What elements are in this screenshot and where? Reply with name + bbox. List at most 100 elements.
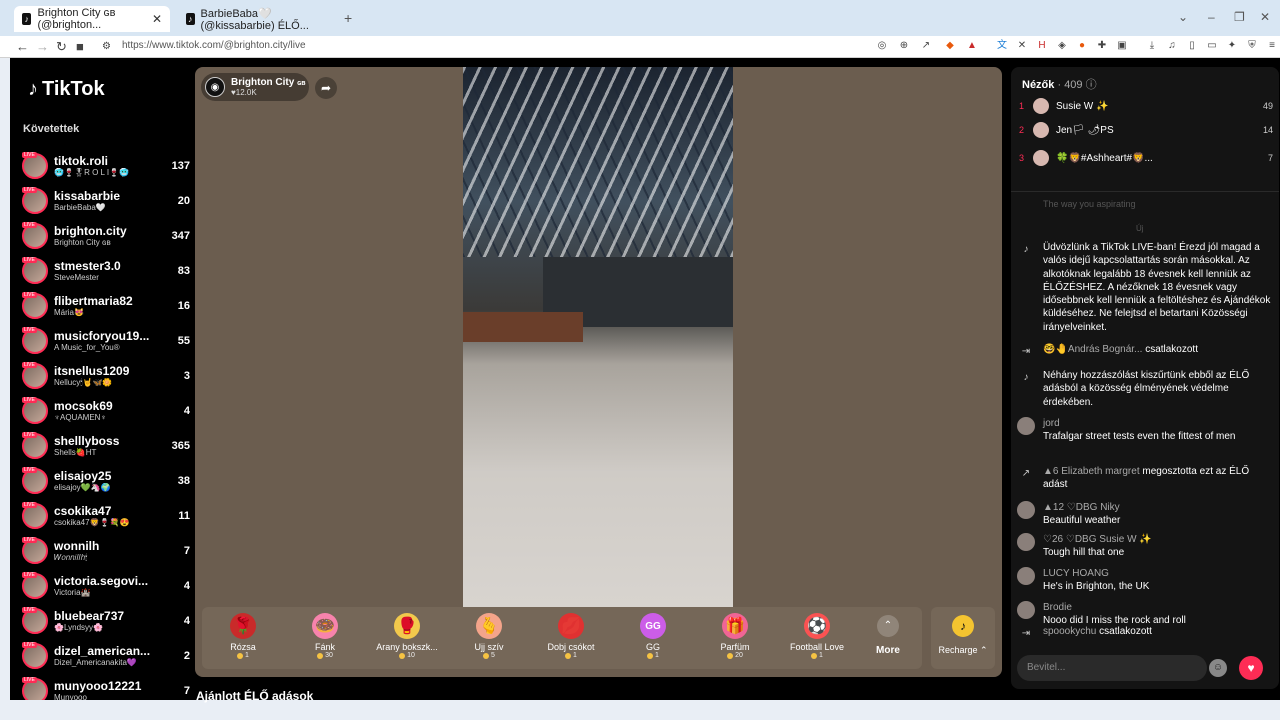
emoji-icon[interactable]: ☺ (1209, 659, 1227, 677)
following-item[interactable]: LIVE tiktok.roli 🥶🍷🎖R O L I🍷🥶 137 (22, 148, 190, 183)
following-item[interactable]: LIVE itsnellus1209 Nellucy🕯🤘🦋🌼 3 (22, 358, 190, 393)
more-gifts-button[interactable]: ⌃ More (858, 607, 918, 669)
avatar (1033, 122, 1049, 138)
camera-off-icon[interactable]: ◎ (876, 40, 888, 52)
gift-item[interactable]: 🥊 Arany bokszk... 10 (366, 607, 448, 669)
following-item[interactable]: LIVE shelllyboss Shells🍓HT 365 (22, 428, 190, 463)
sidebar-icon[interactable]: ▯ (1186, 40, 1198, 52)
gift-item[interactable]: 🌹 Rózsa 1 (202, 607, 284, 669)
menu-icon[interactable]: ≡ (1266, 40, 1278, 52)
extension-hls-icon[interactable]: H (1036, 40, 1048, 52)
brave-shield-icon[interactable]: ◆ (944, 40, 956, 52)
following-names: elisajoy25 elisajoy💚🦄🌍 (54, 469, 166, 492)
system-icon: ⇥ (1021, 628, 1031, 640)
close-tab-icon[interactable]: ✕ (152, 12, 162, 26)
url-field[interactable]: https://www.tiktok.com/@brighton.city/li… (122, 40, 306, 51)
rewards-icon[interactable]: ▲ (966, 40, 978, 52)
following-item[interactable]: LIVE stmester3.0 SteveMester 83 (22, 253, 190, 288)
reload-icon[interactable]: ↻ (56, 39, 67, 55)
following-item[interactable]: LIVE elisajoy25 elisajoy💚🦄🌍 38 (22, 463, 190, 498)
zoom-icon[interactable]: ⊕ (898, 40, 910, 52)
minimize-icon[interactable]: – (1208, 10, 1215, 24)
puzzle-icon[interactable]: ✚ (1096, 40, 1108, 52)
forward-icon[interactable]: → (36, 39, 49, 54)
gift-price-value: 1 (819, 652, 823, 659)
back-icon[interactable]: ← (16, 39, 29, 54)
tab-brighton[interactable]: ♪ Brighton City ɢʙ (@brighton... ✕ (14, 6, 170, 32)
host-info[interactable]: ◉ Brighton City ɢʙ ♥12.0K (201, 73, 309, 101)
close-window-icon[interactable]: ✕ (1260, 10, 1270, 24)
share-icon[interactable]: ↗ (920, 40, 932, 52)
following-names: flibertmaria82 Mária😻 (54, 294, 166, 317)
top-viewer-row[interactable]: 3 🍀🦁#Ashheart#🦁... 7 (1019, 147, 1273, 169)
avatar: LIVE (22, 326, 48, 354)
viewers-title[interactable]: Nézők · 409 ⓘ (1022, 76, 1097, 92)
music-icon[interactable]: ♫ (1166, 40, 1178, 52)
following-item[interactable]: LIVE bluebear737 🌸Lyndsyy🌸 4 (22, 603, 190, 638)
avatar: LIVE (22, 151, 48, 179)
live-badge: LIVE (22, 571, 37, 578)
gift-item[interactable]: ⚽ Football Love 1 (776, 607, 858, 669)
gift-item[interactable]: 🎁 Parfüm 20 (694, 607, 776, 669)
message-user[interactable]: jord (1043, 418, 1060, 429)
following-item[interactable]: LIVE kissabarbie BarbieBaba🤍 20 (22, 183, 190, 218)
gift-item[interactable]: 🫰 Ujj szív 5 (448, 607, 530, 669)
message-body: LUCY HOANG He's in Brighton, the UK (1043, 567, 1275, 594)
faded-message: The way you aspirating (1043, 199, 1136, 209)
station-roof (463, 67, 733, 257)
following-item[interactable]: LIVE victoria.segovi... Victoria🏰 4 (22, 568, 190, 603)
message-user[interactable]: ♡26 ♡DBG Susie W ✨ (1043, 534, 1152, 545)
live-badge: LIVE (22, 256, 37, 263)
translate-icon[interactable]: 文 (996, 40, 1008, 52)
extension-color-icon[interactable]: ● (1076, 40, 1088, 52)
gift-item[interactable]: 🍩 Fánk 30 (284, 607, 366, 669)
bookmark-icon[interactable]: ■ (76, 39, 84, 54)
recharge-button[interactable]: ♪ Recharge ⌃ (931, 607, 995, 669)
download-icon[interactable]: ⤓ (1146, 40, 1158, 52)
live-video[interactable] (463, 67, 733, 607)
following-item[interactable]: LIVE musicforyou19... A Music_for_You® 55 (22, 323, 190, 358)
message-body: ♡26 ♡DBG Susie W ✨ Tough hill that one (1043, 533, 1275, 560)
top-viewer-row[interactable]: 1 Susie W ✨ 49 (1019, 95, 1273, 117)
leo-ai-icon[interactable]: ✦ (1226, 40, 1238, 52)
maximize-icon[interactable]: ❐ (1234, 10, 1245, 24)
tab-title: Brighton City ɢʙ (@brighton... (37, 7, 116, 31)
following-item[interactable]: LIVE wonnilh 𝑊𝑜𝑛𝑛𝑖𝑙𝑙ℎ🕯 7 (22, 533, 190, 568)
new-tab-icon[interactable]: + (344, 10, 352, 26)
extension-x-icon[interactable]: ✕ (1016, 40, 1028, 52)
message-user[interactable]: ▲6 Elizabeth margret (1043, 466, 1142, 477)
message-user[interactable]: Brodie (1043, 602, 1072, 613)
tab-kissabarbie[interactable]: ♪ BarbieBaba🤍 (@kissabarbie) ÉLŐ... (178, 6, 338, 32)
message-text: Beautiful weather (1043, 515, 1121, 527)
viewer-count: 7 (183, 544, 190, 557)
following-item[interactable]: LIVE csokika47 csokika47🦁🍷💐😍 11 (22, 498, 190, 533)
chevron-down-icon[interactable]: ⌄ (1178, 10, 1188, 24)
heart-icon[interactable]: ♥ (1239, 656, 1263, 680)
message-user[interactable]: LUCY HOANG (1043, 568, 1109, 579)
tiktok-logo[interactable]: ♪ TikTok (28, 78, 105, 101)
share-arrow-icon[interactable]: ➦ (315, 77, 337, 99)
vpn-icon[interactable]: ⛨ (1246, 40, 1258, 52)
wallet-icon[interactable]: ▭ (1206, 40, 1218, 52)
top-viewer-row[interactable]: 2 Jen🏳 🌶PS 14 (1019, 119, 1273, 141)
chat-input[interactable]: Bevitel... (1017, 655, 1207, 681)
following-item[interactable]: LIVE flibertmaria82 Mária😻 16 (22, 288, 190, 323)
viewer-score: 7 (1267, 153, 1273, 163)
gift-item[interactable]: 💋 Dobj csókot 1 (530, 607, 612, 669)
gift-item[interactable]: GG GG 1 (612, 607, 694, 669)
following-item[interactable]: LIVE mocsok69 ♆AQUAMEN♆ 4 (22, 393, 190, 428)
message-user[interactable]: spoookychu (1043, 626, 1099, 637)
screenshot-icon[interactable]: ▣ (1116, 40, 1128, 52)
message-user[interactable]: 🤓🤚András Bognár... (1043, 344, 1145, 355)
following-item[interactable]: LIVE dizel_american... Dizel_Americanakita… (22, 638, 190, 673)
site-info-icon[interactable]: ⚙ (102, 41, 111, 52)
coin-icon (317, 652, 324, 659)
following-name: shelllyboss (54, 434, 120, 448)
message-user[interactable]: ▲12 ♡DBG Niky (1043, 502, 1120, 513)
following-item[interactable]: LIVE munyooo12221 Munyooo 7 (22, 673, 190, 700)
viewer-count: 4 (183, 404, 190, 417)
extension-icon[interactable]: ◈ (1056, 40, 1068, 52)
following-item[interactable]: LIVE brighton.city Brighton City ɢʙ 347 (22, 218, 190, 253)
viewer-name: 🍀🦁#Ashheart#🦁... (1056, 152, 1153, 164)
message-body: Néhány hozzászólást kiszűrtünk ebből az … (1043, 369, 1275, 409)
